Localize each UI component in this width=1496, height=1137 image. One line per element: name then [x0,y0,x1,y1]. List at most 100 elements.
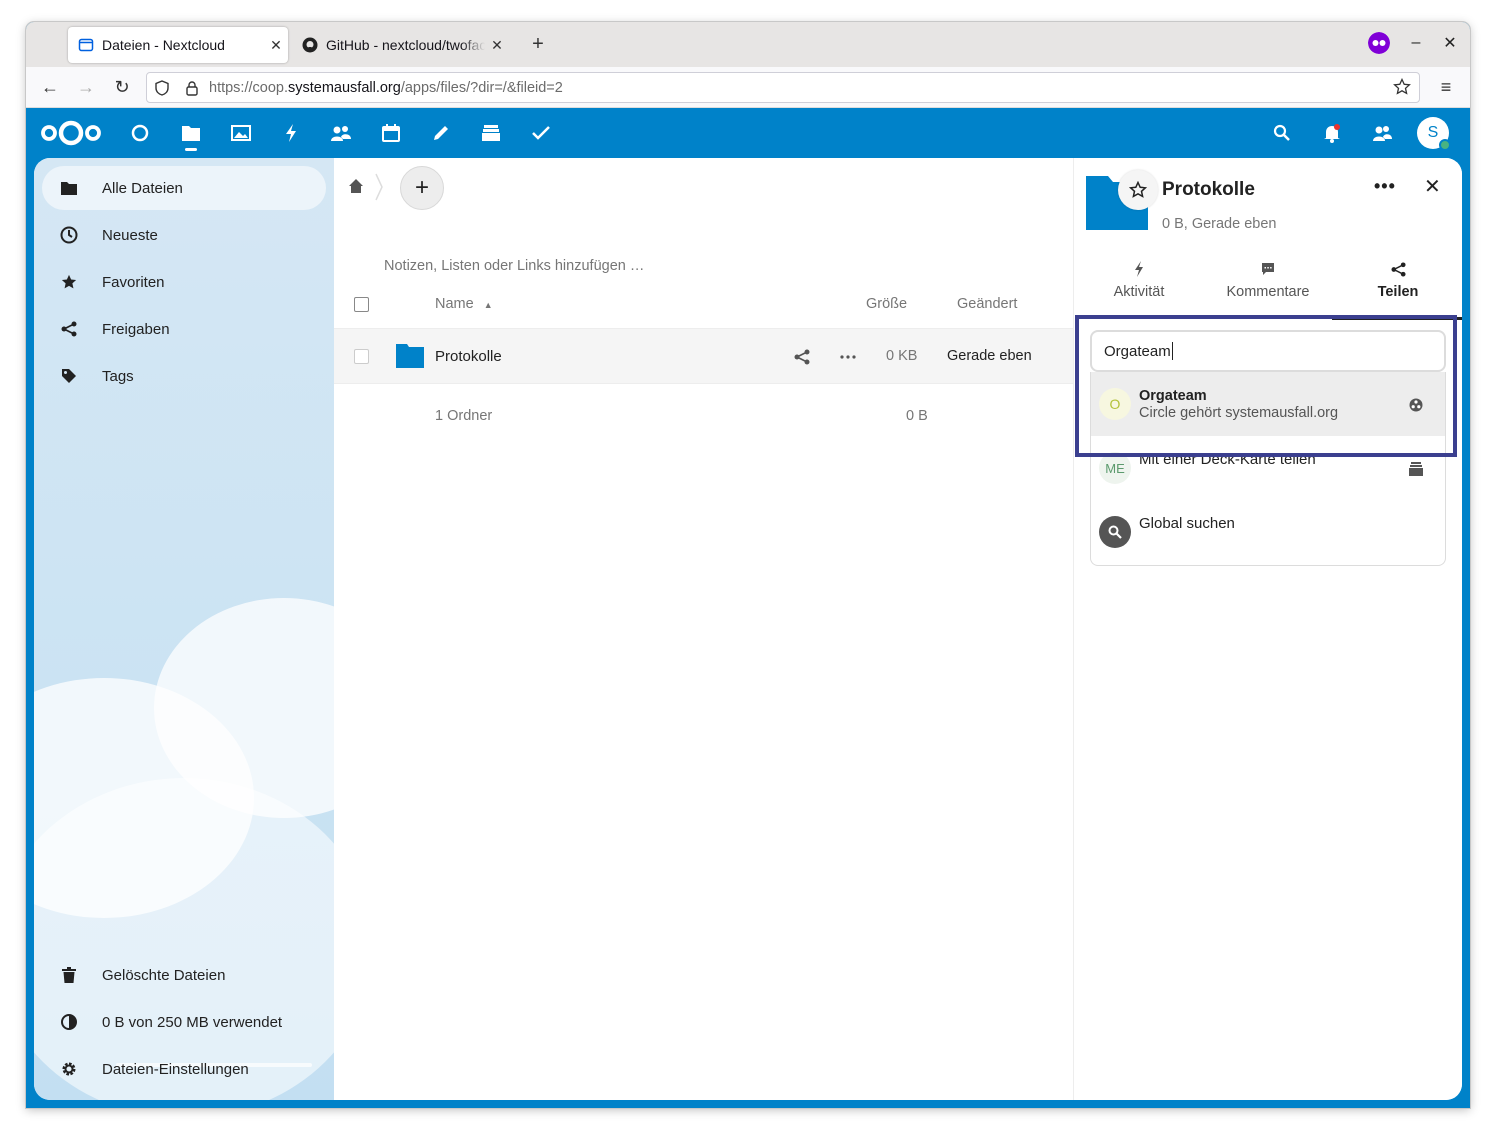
search-icon[interactable] [1270,121,1294,145]
details-sidebar: Protokolle 0 B, Gerade eben ••• ✕ Aktivi… [1073,158,1462,1100]
sort-ascending-icon: ▲ [483,300,493,310]
lock-icon [186,80,198,96]
home-icon[interactable] [348,178,364,199]
total-size: 0 B [906,408,928,424]
column-header-modified[interactable]: Geändert [957,296,1017,312]
nextcloud-logo-icon[interactable] [40,118,102,148]
avatar: ME [1099,452,1131,484]
sidebar-item-tags[interactable]: Tags [42,354,326,398]
navigation-bar: ← → ↻ https://coop.systemausfall.org/app… [26,67,1470,108]
select-all-checkbox[interactable] [354,297,369,312]
sidebar-item-label: Favoriten [102,273,165,291]
rich-workspace-placeholder[interactable]: Notizen, Listen oder Links hinzufügen … [384,258,644,274]
more-actions-icon[interactable] [840,355,856,359]
close-icon[interactable]: ✕ [1424,174,1441,199]
url-bar[interactable]: https://coop.systemausfall.org/apps/file… [146,72,1420,103]
column-header-size[interactable]: Größe [866,296,907,312]
activity-icon[interactable] [279,121,303,145]
sidebar-item-recent[interactable]: Neueste [42,213,326,257]
github-icon [302,37,318,53]
details-subtitle: 0 B, Gerade eben [1162,216,1277,232]
shield-icon [155,79,169,96]
tab-close-icon[interactable]: ✕ [485,37,509,54]
list-item[interactable]: O Orgateam Circle gehört systemausfall.o… [1091,372,1445,436]
browser-window: Dateien - Nextcloud ✕ GitHub - nextcloud… [26,22,1470,1108]
sidebar-item-shares[interactable]: Freigaben [42,307,326,351]
more-actions-icon[interactable]: ••• [1374,176,1396,197]
new-file-button[interactable]: + [400,166,444,210]
row-checkbox[interactable] [354,349,369,364]
sidebar-item-favorites[interactable]: Favoriten [42,260,326,304]
private-browsing-icon [1368,32,1390,54]
files-navigation: Alle Dateien Neueste Favoriten Freigaben… [34,158,334,1100]
nextcloud-header: S [26,108,1470,158]
favorite-star-icon[interactable] [1118,170,1158,210]
details-title: Protokolle [1162,179,1255,200]
back-icon[interactable]: ← [38,75,62,99]
bookmark-star-icon[interactable] [1393,78,1411,96]
notes-icon[interactable] [429,121,453,145]
deck-icon [1407,460,1425,478]
share-icon [1390,261,1406,277]
tab-comments[interactable]: Kommentare [1208,258,1328,300]
result-subtitle: Circle gehört systemausfall.org [1139,405,1339,421]
sidebar-item-label: Tags [102,367,134,385]
breadcrumb-separator [375,173,383,201]
avatar: O [1099,388,1131,420]
dashboard-icon[interactable] [128,121,152,145]
file-size: 0 KB [886,348,918,364]
table-row[interactable]: Protokolle 0 KB Gerade eben [334,328,1073,384]
files-icon[interactable] [179,121,203,145]
window-controls: – ✕ [1368,32,1458,54]
menu-icon[interactable]: ≡ [1434,75,1458,99]
list-item[interactable]: ME Mit einer Deck-Karte teilen [1091,436,1445,500]
file-modified: Gerade eben [947,348,1032,364]
tab-label: Teilen [1377,284,1419,300]
folder-icon [58,177,80,199]
list-item[interactable]: Global suchen [1091,500,1445,564]
tab-bar: Dateien - Nextcloud ✕ GitHub - nextcloud… [26,22,1470,67]
tab-label: Aktivität [1113,284,1165,300]
calendar-icon[interactable] [379,121,403,145]
trash-icon [58,964,80,986]
sidebar-item-settings[interactable]: Dateien-Einstellungen [42,1047,326,1091]
comment-icon [1262,263,1274,275]
share-icon[interactable] [794,349,810,365]
folder-count: 1 Ordner [435,408,493,424]
share-search-input[interactable]: Orgateam [1090,330,1446,372]
activity-icon [1135,261,1143,277]
tab-title: Dateien - Nextcloud [102,37,225,53]
forward-icon[interactable]: → [74,75,98,99]
sidebar-item-all-files[interactable]: Alle Dateien [42,166,326,210]
tab-nextcloud[interactable]: Dateien - Nextcloud ✕ [68,27,288,63]
new-tab-button[interactable]: + [526,32,550,56]
tasks-icon[interactable] [529,121,553,145]
file-list-area: + Notizen, Listen oder Links hinzufügen … [334,158,1073,1100]
column-header-name[interactable]: Name ▲ [435,296,493,312]
notifications-icon[interactable] [1320,121,1344,145]
result-title: Global suchen [1139,515,1235,532]
tab-github[interactable]: GitHub - nextcloud/twofactor ✕ [294,27,509,63]
contacts-icon[interactable] [329,121,353,145]
tab-close-icon[interactable]: ✕ [264,37,288,54]
deck-icon[interactable] [479,121,503,145]
sidebar-item-label: Alle Dateien [102,179,183,197]
online-status-icon [1439,139,1451,151]
tab-sharing[interactable]: Teilen [1338,258,1458,300]
sidebar-item-label: Gelöschte Dateien [102,966,226,984]
photos-icon[interactable] [229,121,253,145]
share-suggestions: O Orgateam Circle gehört systemausfall.o… [1090,372,1446,566]
close-window-button[interactable]: ✕ [1442,33,1458,53]
search-icon [1099,516,1131,548]
reload-icon[interactable]: ↻ [110,75,134,99]
file-name[interactable]: Protokolle [435,348,502,365]
contacts-menu-icon[interactable] [1370,121,1394,145]
share-icon [58,318,80,340]
url-text[interactable]: https://coop.systemausfall.org/apps/file… [209,80,563,96]
tab-activity[interactable]: Aktivität [1079,258,1199,300]
minimize-button[interactable]: – [1408,34,1424,52]
sidebar-item-deleted-files[interactable]: Gelöschte Dateien [42,953,326,997]
sidebar-item-label: Neueste [102,226,158,244]
clock-icon [58,224,80,246]
star-icon [58,271,80,293]
